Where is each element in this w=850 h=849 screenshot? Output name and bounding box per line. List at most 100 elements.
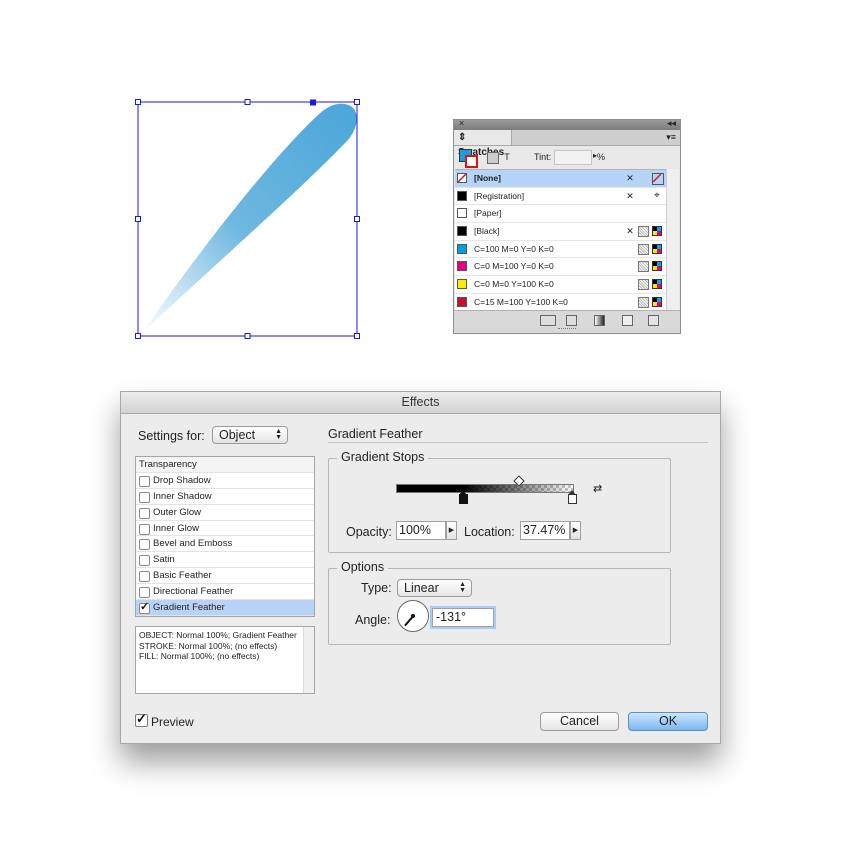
summary-scrollbar[interactable]	[303, 627, 314, 693]
effect-checkbox[interactable]	[139, 475, 150, 487]
effect-label: Directional Feather	[153, 586, 234, 598]
show-gradient-swatches-icon[interactable]	[594, 315, 605, 326]
cmyk-icon	[652, 243, 662, 254]
cmyk-icon	[652, 279, 662, 290]
swatches-scrollbar[interactable]	[666, 169, 679, 311]
new-swatch-icon[interactable]	[622, 315, 633, 326]
panel-titlebar[interactable]: × ◂◂	[454, 118, 680, 130]
type-select[interactable]: Linear ▲ ▼	[397, 579, 472, 597]
non-editable-icon: ✕	[626, 190, 634, 201]
swatch-row-magenta[interactable]: C=0 M=100 Y=0 K=0	[455, 258, 667, 277]
swatch-name: [Registration]	[474, 190, 525, 201]
tab-swatches[interactable]: ⇕ Swatches	[454, 130, 512, 158]
effect-checkbox[interactable]	[139, 555, 150, 567]
swatch-row-paper[interactable]: [Paper]	[455, 205, 667, 224]
fill-stroke-icon[interactable]	[459, 149, 478, 168]
gradient-ramp[interactable]	[396, 484, 574, 493]
none-swatch-icon	[457, 173, 467, 183]
artwork-canvas[interactable]	[0, 0, 850, 360]
swatch-row-cyan[interactable]: C=100 M=0 Y=0 K=0	[455, 241, 667, 259]
registration-icon: ⌖	[654, 189, 660, 201]
close-icon[interactable]: ×	[459, 118, 464, 128]
effects-list: Transparency Drop Shadow Inner Shadow Ou…	[135, 456, 315, 617]
opacity-slider-arrow-icon[interactable]: ▶	[446, 521, 457, 540]
type-value: Linear	[404, 581, 439, 595]
settings-for-label: Settings for:	[138, 429, 205, 443]
angle-dial[interactable]	[397, 600, 429, 632]
chevron-updown-icon: ▲ ▼	[459, 581, 466, 594]
location-input[interactable]: 37.47%	[520, 521, 570, 540]
swatch-row-yellow[interactable]: C=0 M=0 Y=100 K=0	[455, 276, 667, 294]
swatch-name: C=15 M=100 Y=100 K=0	[474, 296, 568, 307]
effect-item-satin[interactable]: Satin	[136, 552, 314, 569]
collapse-icon[interactable]: ◂◂	[667, 118, 676, 129]
preview-checkbox[interactable]	[135, 711, 148, 727]
options-legend: Options	[337, 560, 389, 574]
effect-item-transparency[interactable]: Transparency	[136, 457, 314, 473]
effect-checkbox[interactable]	[139, 587, 150, 599]
cmyk-icon	[652, 296, 662, 307]
effect-item-inner-shadow[interactable]: Inner Shadow	[136, 489, 314, 505]
swatch-row-red[interactable]: C=15 M=100 Y=100 K=0	[455, 294, 667, 312]
effect-label: Satin	[153, 554, 175, 566]
swatch-chip	[457, 243, 467, 254]
panel-menu-icon[interactable]: ▾≡	[666, 132, 676, 143]
gradient-stop-opaque[interactable]	[459, 490, 468, 504]
show-all-swatches-icon[interactable]	[540, 315, 556, 326]
text-format-icon[interactable]: T	[502, 152, 512, 162]
location-slider-arrow-icon[interactable]: ▶	[570, 521, 581, 540]
swatch-chip	[457, 208, 467, 219]
gradient-stop-transparent[interactable]	[568, 490, 577, 504]
preview-label[interactable]: Preview	[151, 715, 194, 729]
opacity-input[interactable]: 100%	[396, 521, 446, 540]
effect-checkbox[interactable]	[139, 571, 150, 583]
effect-item-bevel-and-emboss[interactable]: Bevel and Emboss	[136, 536, 314, 553]
cmyk-icon	[652, 226, 662, 237]
swatch-name: [Paper]	[474, 208, 502, 219]
effect-checkbox[interactable]	[139, 600, 150, 615]
swatch-row-none[interactable]: [None] ✕	[455, 170, 667, 188]
settings-for-select[interactable]: Object ▲ ▼	[212, 426, 288, 444]
tab-expand-icon: ⇕	[458, 132, 467, 143]
tint-input[interactable]	[554, 150, 592, 165]
ok-button[interactable]: OK	[628, 712, 708, 731]
cancel-button[interactable]: Cancel	[540, 712, 619, 731]
swatch-name: [Black]	[474, 226, 500, 237]
section-divider	[328, 442, 708, 443]
options-group: Options Type: Linear ▲ ▼ Angle: -131°	[328, 560, 671, 645]
reverse-gradient-icon[interactable]: ⇄	[593, 484, 602, 495]
none-color-icon	[652, 173, 664, 185]
effect-item-basic-feather[interactable]: Basic Feather	[136, 568, 314, 585]
effect-item-gradient-feather[interactable]: Gradient Feather	[136, 600, 314, 616]
gradient-stops-legend: Gradient Stops	[337, 450, 429, 464]
swatches-list: [None] ✕ [Registration] ✕ ⌖ [Paper] [Bla…	[455, 169, 667, 312]
swatches-toolbar: T Tint: ▸ %	[454, 146, 680, 168]
anchor-point-handle[interactable]	[310, 99, 316, 106]
effects-dialog: Effects Settings for: Object ▲ ▼ Transpar…	[120, 391, 721, 744]
effect-checkbox[interactable]	[139, 491, 150, 503]
process-color-icon	[638, 296, 649, 308]
effect-item-directional-feather[interactable]: Directional Feather	[136, 584, 314, 601]
summary-line: FILL: Normal 100%; (no effects)	[139, 651, 260, 662]
show-color-swatches-icon[interactable]	[566, 315, 577, 326]
effect-label: Bevel and Emboss	[153, 538, 233, 550]
tint-unit: %	[597, 152, 606, 162]
angle-input[interactable]: -131°	[432, 608, 494, 627]
container-format-icon[interactable]	[487, 152, 499, 164]
effect-item-outer-glow[interactable]: Outer Glow	[136, 505, 314, 521]
swatch-row-registration[interactable]: [Registration] ✕ ⌖	[455, 188, 667, 206]
effect-checkbox[interactable]	[139, 507, 150, 519]
trash-icon[interactable]	[648, 315, 659, 326]
effect-item-drop-shadow[interactable]: Drop Shadow	[136, 473, 314, 489]
effect-item-inner-glow[interactable]: Inner Glow	[136, 521, 314, 537]
effect-checkbox[interactable]	[139, 539, 150, 551]
effect-label: Inner Glow	[153, 522, 199, 534]
effect-checkbox[interactable]	[139, 523, 150, 535]
swatch-chip	[457, 279, 467, 290]
section-title: Gradient Feather	[328, 427, 423, 441]
feathered-shape[interactable]	[142, 103, 357, 333]
swatch-row-black[interactable]: [Black] ✕	[455, 223, 667, 241]
effect-label: Inner Shadow	[153, 490, 212, 502]
resize-grip-icon[interactable]	[558, 328, 576, 331]
panel-tabbar: ⇕ Swatches ▾≡	[454, 130, 680, 158]
